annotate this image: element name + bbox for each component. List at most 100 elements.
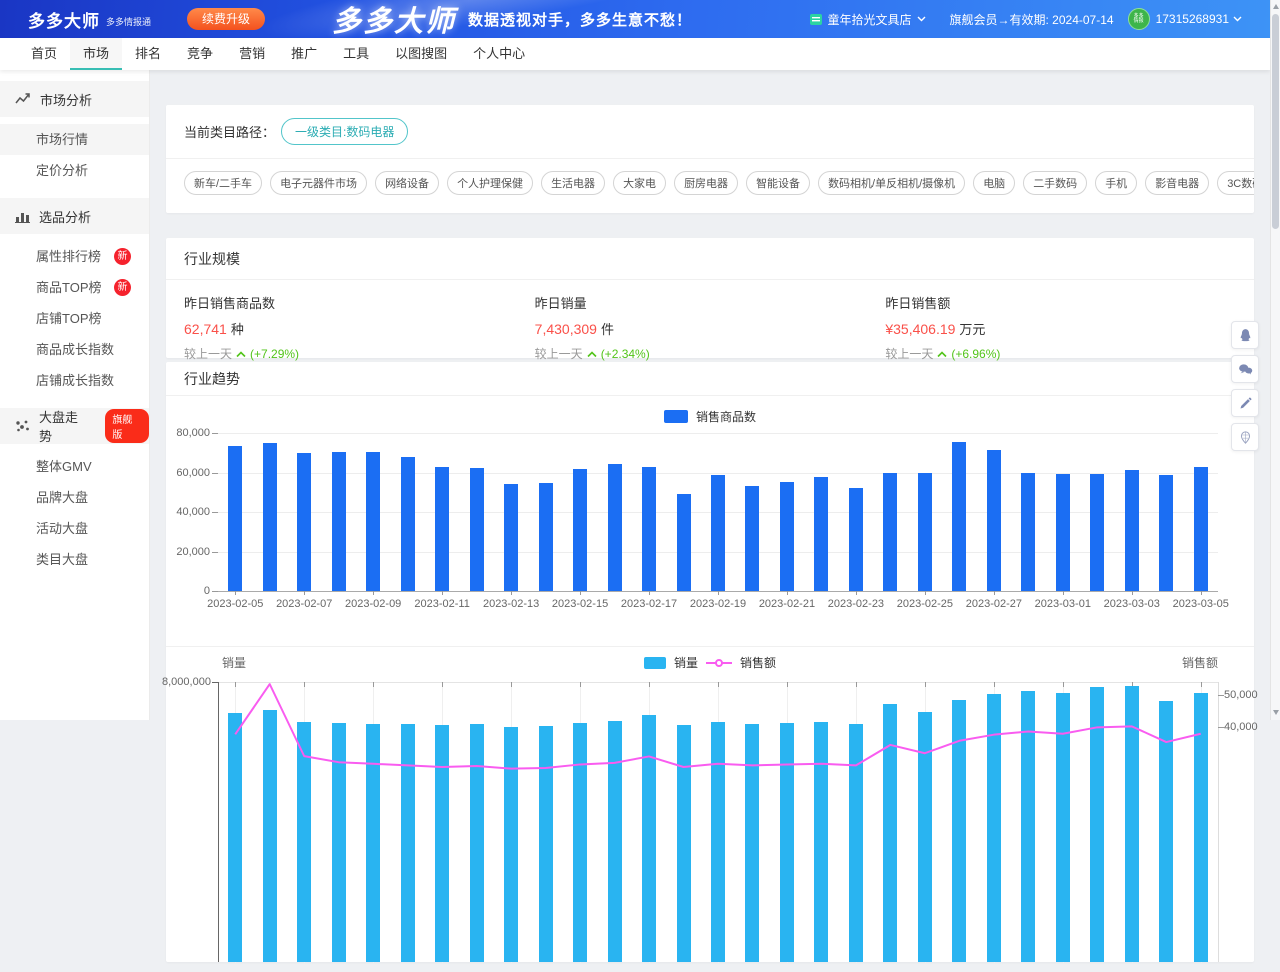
sidebar-item[interactable]: 活动大盘 [0,513,149,544]
volume-bar[interactable] [1125,686,1139,962]
volume-bar[interactable] [332,723,346,962]
trend-bar[interactable] [952,442,966,592]
nav-tab-7[interactable]: 工具 [330,38,382,70]
volume-bar[interactable] [297,722,311,962]
account-menu[interactable]: 17315268931 [1156,12,1242,26]
volume-bar[interactable] [1159,701,1173,962]
volume-bar[interactable] [642,715,656,962]
trend-bar[interactable] [849,488,863,591]
trend-bar[interactable] [435,467,449,591]
location-button[interactable] [1231,423,1259,451]
volume-bar[interactable] [1056,693,1070,962]
category-tag[interactable]: 电子元器件市场 [270,171,367,195]
nav-tab-2[interactable]: 市场 [70,38,122,70]
volume-bar[interactable] [366,724,380,962]
volume-bar[interactable] [401,724,415,962]
nav-tab-3[interactable]: 排名 [122,38,174,70]
nav-tab-1[interactable]: 首页 [18,38,70,70]
trend-bar[interactable] [332,452,346,591]
shop-selector[interactable]: 童年拾光文具店 [809,11,926,28]
trend-bar[interactable] [642,467,656,591]
trend-bar[interactable] [677,494,691,591]
volume-bar[interactable] [539,726,553,962]
trend-bar[interactable] [883,473,897,592]
nav-tab-8[interactable]: 以图搜图 [382,38,460,70]
nav-tab-4[interactable]: 竞争 [174,38,226,70]
scrollbar-up-arrow[interactable] [1272,3,1280,11]
sidebar-item[interactable]: 类目大盘 [0,544,149,575]
sidebar-item[interactable]: 市场行情 [0,124,149,155]
sidebar-section-header[interactable]: 选品分析 [0,198,149,234]
trend-bar[interactable] [918,473,932,591]
category-tag[interactable]: 二手数码 [1023,171,1087,195]
trend-bar[interactable] [1090,474,1104,591]
volume-bar[interactable] [1194,693,1208,962]
trend-bar[interactable] [263,443,277,591]
sidebar-item[interactable]: 品牌大盘 [0,482,149,513]
scrollbar-thumb[interactable] [1272,14,1279,229]
volume-bar[interactable] [573,723,587,962]
volume-bar[interactable] [745,724,759,962]
sidebar-item[interactable]: 定价分析 [0,155,149,186]
volume-bar[interactable] [849,724,863,962]
volume-bar[interactable] [711,722,725,962]
volume-bar[interactable] [1021,691,1035,962]
avatar[interactable]: 多多情报 [1128,8,1150,30]
volume-bar[interactable] [504,727,518,962]
volume-bar[interactable] [883,704,897,962]
category-tag[interactable]: 网络设备 [375,171,439,195]
trend-bar[interactable] [401,457,415,591]
trend-bar[interactable] [745,486,759,591]
sidebar-item[interactable]: 整体GMV [0,451,149,482]
trend-bar[interactable] [297,453,311,591]
trend-bar[interactable] [1125,470,1139,591]
sidebar-item[interactable]: 属性排行榜新 [0,241,149,272]
trend-bar[interactable] [987,450,1001,591]
sidebar-section-header[interactable]: 大盘走势旗舰版 [0,408,149,444]
current-category-pill[interactable]: 一级类目:数码电器 [281,118,408,145]
volume-bar[interactable] [228,713,242,962]
chat-support-button[interactable] [1231,355,1259,383]
category-tag[interactable]: 数码相机/单反相机/摄像机 [818,171,965,195]
trend-bar[interactable] [608,464,622,591]
trend-bar[interactable] [1056,474,1070,591]
nav-tab-6[interactable]: 推广 [278,38,330,70]
trend-bar[interactable] [711,475,725,591]
page-scrollbar[interactable] [1270,0,1280,720]
category-tag[interactable]: 个人护理保健 [447,171,533,195]
volume-bar[interactable] [814,722,828,962]
volume-bar[interactable] [470,724,484,962]
category-tag[interactable]: 手机 [1095,171,1137,195]
trend-bar[interactable] [470,468,484,591]
renew-upgrade-button[interactable]: 续费升级 [187,8,265,30]
category-tag[interactable]: 大家电 [613,171,666,195]
sidebar-item[interactable]: 店铺成长指数 [0,365,149,396]
category-tag[interactable]: 电脑 [973,171,1015,195]
sidebar-item[interactable]: 商品TOP榜新 [0,272,149,303]
sidebar-section-header[interactable]: 市场分析 [0,81,149,117]
category-tag[interactable]: 影音电器 [1145,171,1209,195]
trend-bar[interactable] [814,477,828,591]
volume-bar[interactable] [677,725,691,962]
qq-contact-button[interactable] [1231,321,1259,349]
volume-bar[interactable] [918,712,932,962]
trend-bar[interactable] [573,469,587,591]
trend-bar[interactable] [539,483,553,591]
trend-bar[interactable] [366,452,380,591]
category-tag[interactable]: 新车/二手车 [184,171,262,195]
trend-bar[interactable] [1194,467,1208,591]
volume-bar[interactable] [780,723,794,962]
trend-bar[interactable] [504,484,518,591]
volume-bar[interactable] [1090,687,1104,962]
feedback-button[interactable] [1231,389,1259,417]
nav-tab-9[interactable]: 个人中心 [460,38,538,70]
trend-bar[interactable] [228,446,242,591]
scrollbar-down-arrow[interactable] [1272,709,1280,717]
sidebar-item[interactable]: 店铺TOP榜 [0,303,149,334]
category-tag[interactable]: 厨房电器 [674,171,738,195]
category-tag[interactable]: 3C数码配件 [1217,171,1254,195]
trend-bar[interactable] [780,482,794,591]
category-tag[interactable]: 生活电器 [541,171,605,195]
volume-bar[interactable] [987,694,1001,962]
volume-bar[interactable] [263,710,277,962]
